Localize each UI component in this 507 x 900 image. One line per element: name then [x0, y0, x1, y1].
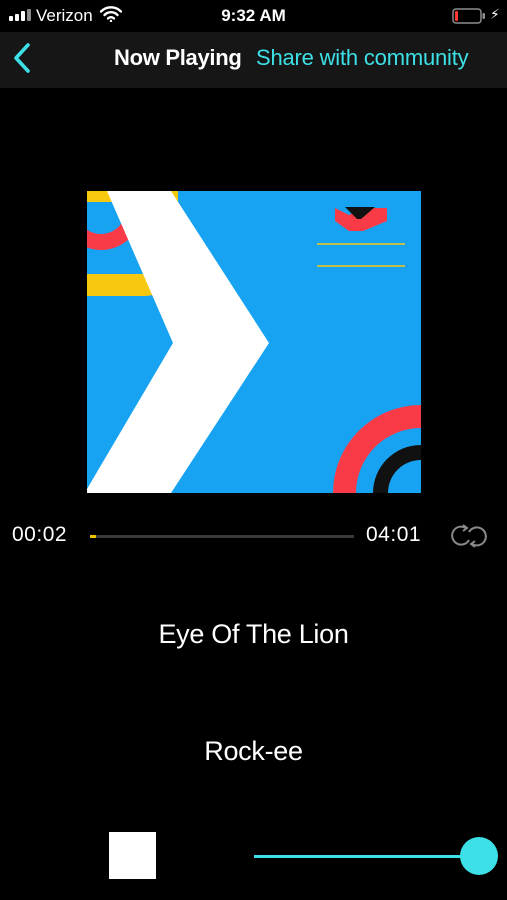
artist-name: Rock-ee: [204, 736, 303, 766]
nav-header: Now Playing Share with community: [0, 32, 507, 88]
song-title: Eye Of The Lion: [158, 619, 349, 649]
volume-slider[interactable]: [254, 855, 479, 858]
elapsed-time: 00:02: [12, 523, 68, 546]
progress-bar[interactable]: [90, 535, 354, 538]
progress-fill: [90, 535, 96, 538]
status-bar: Verizon 9:32 AM ⚡: [0, 0, 507, 32]
volume-slider-knob[interactable]: [460, 837, 498, 875]
total-duration: 04:01: [366, 523, 422, 546]
share-with-community-link[interactable]: Share with community: [256, 45, 469, 71]
battery-icon: [452, 8, 485, 24]
back-chevron-icon[interactable]: [8, 40, 38, 76]
charging-bolt-icon: ⚡: [490, 6, 500, 22]
page-title: Now Playing: [114, 45, 242, 70]
status-time: 9:32 AM: [221, 6, 286, 25]
repeat-icon[interactable]: [449, 522, 489, 550]
stop-button[interactable]: [109, 832, 156, 879]
album-art: [87, 191, 421, 493]
